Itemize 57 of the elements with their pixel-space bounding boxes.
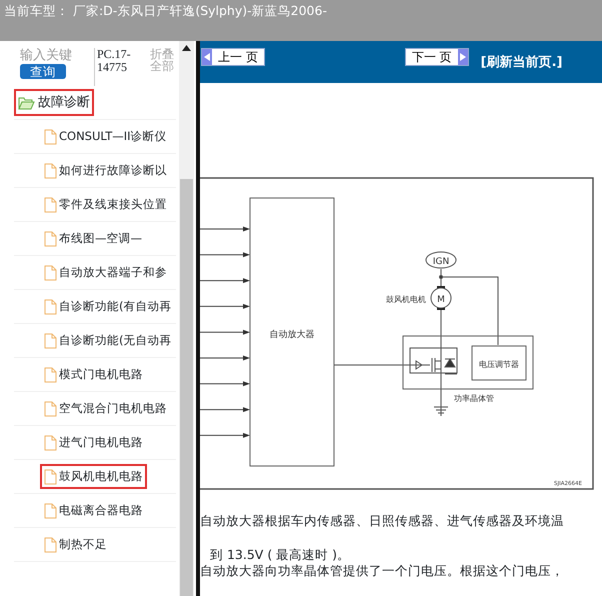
document-icon [44, 502, 57, 518]
tree-item[interactable]: 自诊断功能(有自动再 [40, 294, 176, 320]
tree-item[interactable]: CONSULT—II诊断仪 [40, 124, 171, 150]
tree-item[interactable]: 故障诊断 [14, 88, 94, 116]
document-icon [44, 298, 57, 314]
document-icon [44, 162, 57, 178]
tree-item[interactable]: 进气门电机电路 [40, 430, 147, 456]
next-page-button[interactable]: 下一 页 [404, 48, 469, 66]
vehicle-title: 当前车型： 厂家:D-东风日产轩逸(Sylphy)-新蓝鸟2006- [4, 3, 327, 18]
ground-symbol [434, 388, 448, 414]
input-arrow [200, 432, 250, 438]
amplifier-label: 自动放大器 [270, 330, 314, 340]
transistor-circuit-drawing [410, 348, 458, 378]
code-text: PC.17-14775 [94, 48, 134, 86]
document-icon [44, 264, 57, 280]
document-icon [44, 434, 57, 450]
document-icon [44, 536, 57, 552]
tree-item[interactable]: 制热不足 [40, 532, 111, 558]
paragraph-text: 到 13.5V ( 最高速时 )。 [210, 547, 352, 563]
scroll-up-icon[interactable] [182, 45, 191, 51]
regulator-block [472, 346, 526, 380]
open-folder-icon [18, 96, 35, 110]
scrollbar[interactable] [179, 41, 194, 596]
input-arrow [200, 252, 250, 258]
document-icon [44, 332, 57, 348]
input-arrow [200, 304, 250, 309]
ign-terminal: IGN [426, 252, 456, 268]
refresh-link[interactable]: [刷新当前页.] [480, 53, 562, 72]
input-arrow [200, 381, 250, 386]
input-arrow [200, 330, 250, 335]
tree-item[interactable]: 零件及线束接头位置 [40, 192, 171, 218]
tree-item[interactable]: 如何进行故障诊断以 [40, 158, 171, 184]
input-arrow [200, 356, 250, 360]
tree-item[interactable]: 自诊断功能(无自动再 [40, 328, 176, 354]
motor-label: 鼓风机电机 [386, 295, 426, 304]
tree-item[interactable]: 模式门电机电路 [40, 362, 147, 388]
paragraph-text: 自动放大器根据车内传感器、日照传感器、进气传感器及环境温 [200, 513, 565, 529]
tree-item[interactable]: 电磁离合器电路 [40, 498, 147, 524]
document-icon [44, 128, 57, 144]
tree-item[interactable]: 自动放大器端子和参 [40, 260, 171, 286]
paragraph-text: 自动放大器向功率晶体管提供了一个门电压。根据这个门电压， [200, 563, 565, 579]
transistor-label: 功率晶体管 [454, 394, 494, 403]
tree-item[interactable]: 鼓风机电机电路 [40, 464, 147, 490]
tree-item[interactable]: 空气混合门电机电路 [40, 396, 171, 422]
motor-symbol: M [430, 286, 452, 310]
document-icon [44, 400, 57, 416]
input-arrow [200, 278, 250, 284]
document-icon [44, 366, 57, 382]
regulator-label: 电压调节器 [479, 360, 519, 369]
tree-item[interactable]: 布线图—空调— [40, 226, 146, 252]
input-arrow [200, 407, 250, 412]
search-button[interactable]: 查询 [20, 64, 66, 79]
document-icon [44, 196, 57, 212]
previous-page-button[interactable]: 上一 页 [201, 48, 265, 66]
document-icon [44, 468, 57, 484]
input-arrow [200, 226, 250, 232]
document-icon [44, 230, 57, 246]
